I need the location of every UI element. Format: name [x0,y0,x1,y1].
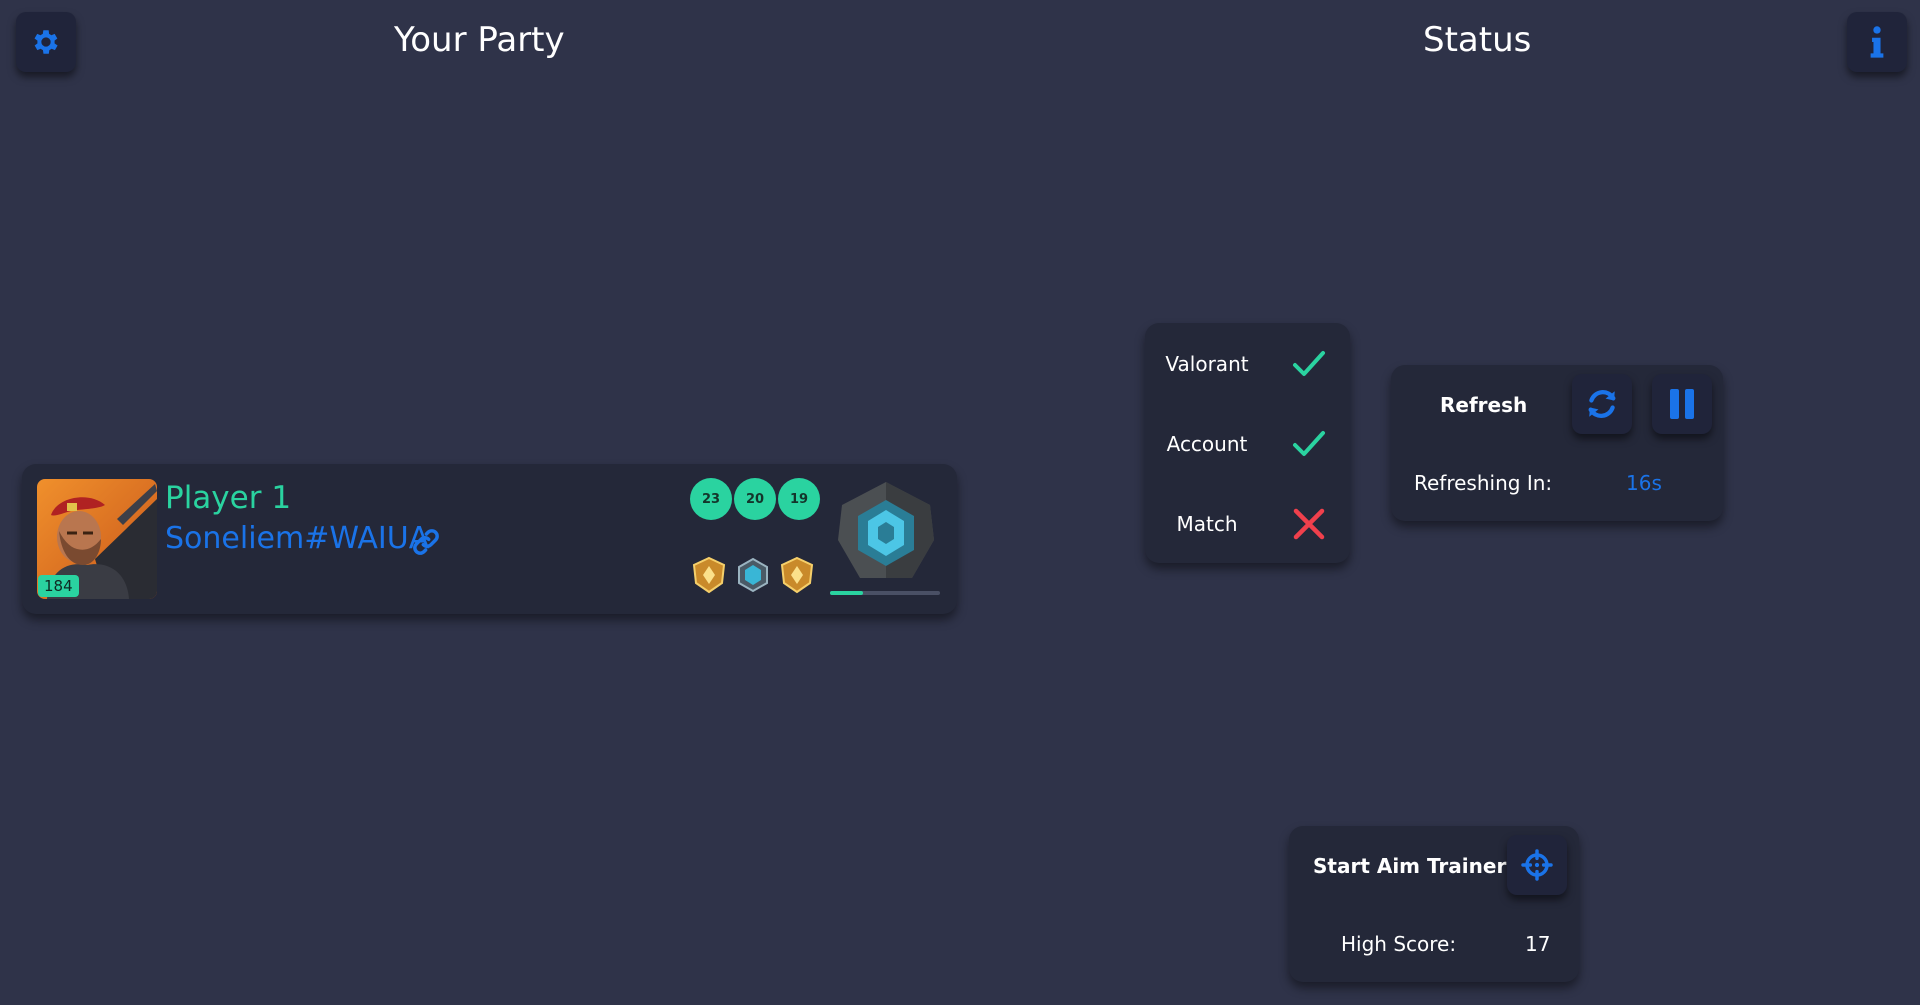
party-title: Your Party [394,20,565,60]
current-rank-icon [838,482,934,578]
refresh-icon [1588,390,1616,418]
crosshair-icon [1521,849,1553,881]
refresh-button[interactable] [1572,374,1632,434]
info-icon [1870,26,1884,58]
high-score-value: 17 [1525,932,1551,956]
gold-rank-icon [692,556,726,594]
aim-trainer-label: Start Aim Trainer [1313,854,1507,878]
link-icon[interactable] [410,526,442,558]
refresh-countdown: 16s [1626,471,1662,495]
start-aim-trainer-button[interactable] [1507,835,1567,895]
status-label-account: Account [1166,432,1248,456]
status-label-valorant: Valorant [1165,352,1249,376]
info-button[interactable] [1847,12,1907,72]
pause-button[interactable] [1652,374,1712,434]
riot-id: Soneliem#WAIUA [165,521,430,556]
check-icon [1293,431,1325,456]
settings-button[interactable] [16,12,76,72]
cross-icon [1293,508,1325,540]
rank-progress-fill [830,591,863,595]
high-score-label: High Score: [1341,932,1457,956]
player-level-badge: 184 [38,575,79,597]
score-circle-1: 23 [690,478,732,520]
gear-icon [34,30,58,54]
pause-icon [1670,389,1694,419]
diamond-rank-icon [738,557,768,593]
rank-progress-bar [830,591,940,595]
refreshing-in-label: Refreshing In: [1414,471,1553,495]
refresh-card: Refresh Refreshing In: 16s [1391,365,1723,521]
status-card: Valorant Account Match [1145,323,1350,563]
gold-rank-icon-2 [780,556,814,594]
score-circle-3: 19 [778,478,820,520]
refresh-label: Refresh [1440,393,1528,417]
check-icon [1293,351,1325,376]
aim-trainer-card: Start Aim Trainer High Score: 17 [1289,826,1579,982]
player-name: Player 1 [165,480,292,516]
score-circle-2: 20 [734,478,776,520]
player-avatar: 184 [37,479,157,599]
player-card: 184 Player 1 Soneliem#WAIUA 23 20 19 [22,464,957,614]
status-label-match: Match [1176,512,1238,536]
status-title: Status [1423,20,1532,60]
